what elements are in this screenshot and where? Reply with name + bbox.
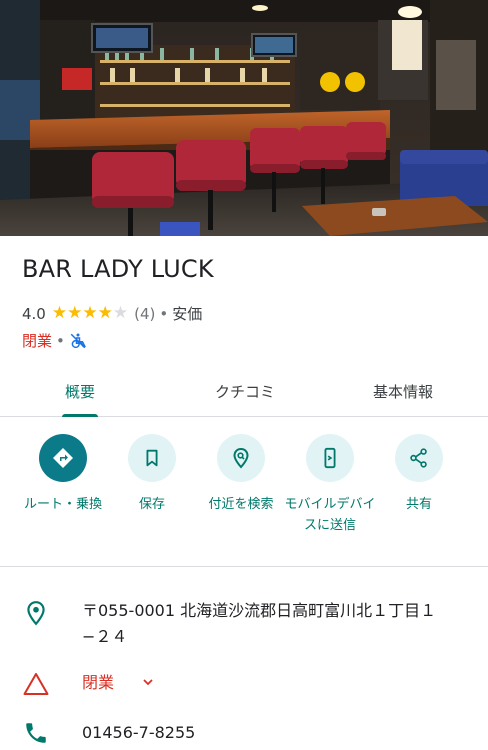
tab-bar: 概要 クチコミ 基本情報 — [0, 366, 488, 417]
share-label: 共有 — [405, 497, 432, 512]
place-title: BAR LADY LUCK — [22, 255, 214, 283]
share-button[interactable]: 共有 — [373, 434, 465, 515]
star-icon: ★ — [67, 303, 83, 323]
phone-number: 01456-7-8255 — [82, 723, 196, 742]
send-to-phone-label: モバイルデバイスに送信 — [284, 497, 376, 533]
active-tab-indicator — [62, 414, 98, 417]
save-label: 保存 — [138, 497, 165, 512]
tab-reviews[interactable]: クチコミ — [190, 366, 300, 416]
separator: • — [56, 331, 65, 350]
bar-interior-photo — [0, 0, 488, 236]
action-buttons: ルート・乗換 保存 付近を検索 モバイルデバイスに送信 共有 — [0, 434, 488, 567]
rating-row[interactable]: 4.0 ★ ★ ★ ★ ★ (4) • 安価 — [22, 303, 202, 324]
directions-icon — [39, 434, 87, 482]
address-text: 〒055-0001 北海道沙流郡日高町富川北１丁目１−２４ — [82, 601, 437, 646]
status-closed: 閉業 — [22, 332, 53, 350]
star-icon: ★ — [112, 303, 129, 323]
send-to-phone-button[interactable]: モバイルデバイスに送信 — [284, 434, 376, 536]
tab-overview[interactable]: 概要 — [30, 366, 130, 416]
wheelchair-unavailable-icon — [69, 332, 87, 350]
price-level: 安価 — [172, 305, 203, 323]
nearby-search-icon — [217, 434, 265, 482]
search-nearby-label: 付近を検索 — [208, 497, 274, 512]
warning-icon — [23, 672, 49, 700]
phone-icon — [23, 720, 49, 750]
rating-stars: ★ ★ ★ ★ ★ — [52, 305, 128, 322]
review-count[interactable]: (4) — [134, 305, 155, 323]
search-nearby-button[interactable]: 付近を検索 — [195, 434, 287, 515]
save-button[interactable]: 保存 — [106, 434, 198, 515]
separator: • — [159, 304, 169, 323]
tab-about[interactable]: 基本情報 — [350, 366, 456, 416]
location-pin-icon — [23, 600, 49, 630]
chevron-down-icon[interactable] — [140, 674, 156, 694]
star-icon: ★ — [82, 303, 98, 323]
directions-button[interactable]: ルート・乗換 — [17, 434, 109, 515]
directions-label: ルート・乗換 — [23, 497, 102, 512]
star-icon: ★ — [51, 303, 68, 323]
status-detail-text: 閉業 — [82, 673, 115, 692]
bookmark-icon — [128, 434, 176, 482]
star-icon: ★ — [97, 303, 113, 323]
send-to-phone-icon — [306, 434, 354, 482]
share-icon — [395, 434, 443, 482]
place-photo[interactable] — [0, 0, 488, 236]
rating-value: 4.0 — [22, 304, 46, 323]
status-row: 閉業 • — [22, 330, 87, 351]
